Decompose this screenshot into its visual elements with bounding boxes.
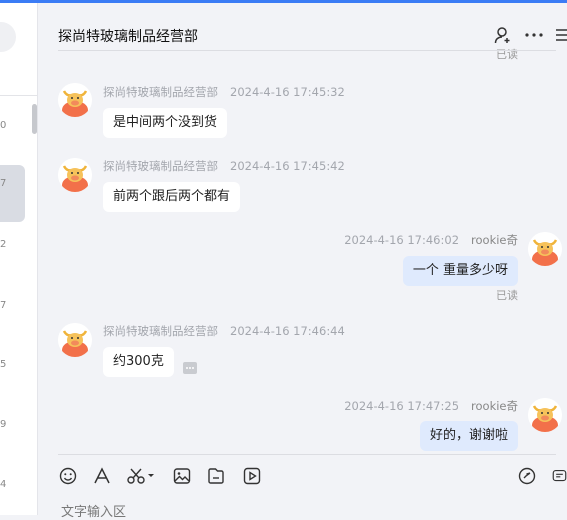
header-divider xyxy=(58,50,556,51)
row-count-4: 7 xyxy=(0,300,7,311)
row-count-6: 9 xyxy=(0,419,7,430)
avatar[interactable] xyxy=(58,158,92,192)
message-time: 2024-4-16 17:46:02 xyxy=(344,233,460,247)
avatar[interactable] xyxy=(58,323,92,357)
message-time: 2024-4-16 17:47:25 xyxy=(344,399,460,413)
message-meta: 2024-4-16 17:47:25 rookie奇 xyxy=(344,398,518,414)
left-divider xyxy=(0,95,37,96)
message-sender: 探尚特玻璃制品经营部 xyxy=(103,159,218,173)
menu-list-icon[interactable] xyxy=(553,25,567,45)
avatar[interactable] xyxy=(528,398,562,432)
font-icon[interactable] xyxy=(92,465,112,487)
message-meta: 探尚特玻璃制品经营部 2024-4-16 17:46:44 xyxy=(103,323,345,339)
message-meta: 2024-4-16 17:46:02 rookie奇 xyxy=(344,232,518,248)
chat-history-icon[interactable] xyxy=(552,465,567,487)
row-count-1: 0 xyxy=(0,120,7,131)
message-sender: rookie奇 xyxy=(471,399,518,413)
message-bubble[interactable]: 好的，谢谢啦 xyxy=(419,421,518,451)
scissors-icon[interactable] xyxy=(126,465,156,487)
message-sender: 探尚特玻璃制品经营部 xyxy=(103,85,218,99)
message-options-icon[interactable] xyxy=(183,362,197,374)
message-meta: 探尚特玻璃制品经营部 2024-4-16 17:45:42 xyxy=(103,158,345,174)
selected-conversation-row[interactable] xyxy=(0,165,25,222)
message-bubble[interactable]: 一个 重量多少呀 xyxy=(402,256,518,286)
message-time: 2024-4-16 17:45:32 xyxy=(230,85,345,99)
avatar[interactable] xyxy=(58,83,92,117)
add-contact-icon[interactable] xyxy=(493,25,513,45)
input-divider xyxy=(58,454,556,455)
row-count-5: 5 xyxy=(0,359,7,370)
quick-reply-icon[interactable] xyxy=(517,465,537,487)
avatar[interactable] xyxy=(528,232,562,266)
video-icon[interactable] xyxy=(242,465,262,487)
message-input[interactable]: 文字输入区 xyxy=(61,501,126,520)
read-status: 已读 xyxy=(496,48,518,61)
conversation-scrollbar[interactable] xyxy=(32,104,37,134)
row-count-2: 7 xyxy=(0,178,7,189)
message-sender: 探尚特玻璃制品经营部 xyxy=(103,324,218,338)
message-time: 2024-4-16 17:46:44 xyxy=(230,324,345,338)
message-meta: 探尚特玻璃制品经营部 2024-4-16 17:45:32 xyxy=(103,84,345,100)
message-bubble[interactable]: 前两个跟后两个都有 xyxy=(103,182,241,212)
chat-panel: 探尚特玻璃制品经营部 已读 探尚特玻璃制品经营部 2024-4-16 17:45:… xyxy=(38,3,567,520)
more-dots-icon[interactable] xyxy=(524,25,544,45)
row-count-7: 4 xyxy=(0,479,7,490)
message-bubble[interactable]: 约300克 xyxy=(103,347,174,377)
message-time: 2024-4-16 17:45:42 xyxy=(230,159,345,173)
image-icon[interactable] xyxy=(172,465,192,487)
message-sender: rookie奇 xyxy=(471,233,518,247)
search-box-edge[interactable] xyxy=(0,22,16,52)
chat-title: 探尚特玻璃制品经营部 xyxy=(58,29,198,45)
conversation-list-strip: 0 7 2 7 5 9 4 xyxy=(0,3,38,515)
file-icon[interactable] xyxy=(206,465,226,487)
row-count-3: 2 xyxy=(0,239,7,250)
message-bubble[interactable]: 是中间两个没到货 xyxy=(103,108,228,138)
emoji-icon[interactable] xyxy=(58,465,78,487)
read-status: 已读 xyxy=(496,289,518,302)
